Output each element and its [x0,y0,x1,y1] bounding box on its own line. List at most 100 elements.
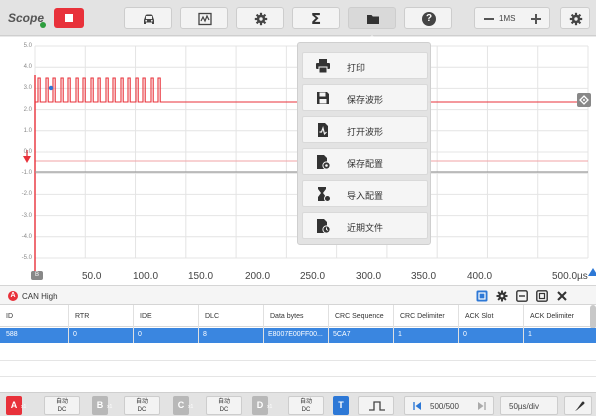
trigger-button[interactable]: T [333,396,349,415]
gear-icon [254,12,268,26]
column-separator [198,305,199,343]
table-cell: 588 [6,331,18,338]
column-header: ACK Slot [465,313,494,320]
channel-d-button[interactable]: D [252,396,268,415]
menu-item-open-waveform[interactable]: 打开波形 [302,116,428,143]
toolbar: Scope Σ ? 1MS [0,0,596,41]
open-waveform-icon [318,123,328,137]
channel-letter: B [96,400,104,410]
channel-a-button[interactable]: A [6,396,22,415]
maximize-icon[interactable] [536,290,548,302]
sigma-icon: Σ [310,10,322,28]
menu-item-save-waveform[interactable]: 保存波形 [302,84,428,111]
menu-item-label: 保存波形 [347,96,384,106]
menu-item-label: 打印 [347,64,366,74]
file-button[interactable] [348,7,396,29]
probe-tool-button[interactable] [564,396,592,415]
table-row[interactable]: 588 0 0 8 E8007E00FF00... 5CA7 1 0 1 [0,328,596,343]
decoder-channel-bar: A CAN High [0,285,596,305]
page-counter: 500/500 [430,402,459,411]
printer-icon [316,59,330,74]
column-separator [133,305,134,343]
channel-d-coupling[interactable]: 自动 DC [288,396,324,415]
x-tick-label: 250.0 [300,271,326,282]
y-tick-label: -2.0 [21,191,32,198]
y-tick-label: 0.0 [23,149,32,155]
y-tick-label: 5.0 [23,43,32,49]
column-header: Data bytes [270,313,304,320]
menu-item-print[interactable]: 打印 [302,52,428,79]
table-cell: 5CA7 [333,331,351,338]
timebase-zoom-control: 1MS [474,7,550,29]
x-tick-label: 150.0 [188,271,214,282]
menu-item-label: 保存配置 [347,160,384,170]
table-cell: 0 [73,331,77,338]
channel-badge: A [8,291,18,301]
channel-letter: C [177,400,185,410]
table-cell: 1 [528,331,532,338]
stop-icon [65,14,73,22]
column-header: IDE [140,313,152,320]
channel-c-button[interactable]: C [173,396,189,415]
app-logo: Scope [8,11,45,25]
close-icon[interactable] [556,290,568,302]
waveform-library-button[interactable] [180,7,228,29]
channel-b-button[interactable]: B [92,396,108,415]
coupling-type: DC [219,407,229,413]
trigger-edge-button[interactable] [358,396,394,415]
scope-settings-button[interactable] [560,7,590,29]
zoom-out-icon[interactable] [484,18,494,20]
menu-item-label: 打开波形 [347,128,384,138]
y-tick-label: -5.0 [21,255,32,261]
decoder-view-icon[interactable] [476,290,488,302]
menu-item-save-config[interactable]: 保存配置 [302,148,428,175]
column-separator [328,305,329,343]
table-cell: 1 [398,331,402,338]
menu-item-label: 导入配置 [347,192,384,202]
status-indicator [40,22,46,28]
settings-button[interactable] [236,7,284,29]
column-header: RTR [75,313,90,320]
channel-control-bar: A x1 自动 DC B x1 自动 DC C x1 自动 DC D x1 自动… [0,392,596,416]
zoom-label: 1MS [499,14,516,23]
next-page-icon[interactable] [477,401,487,411]
row-divider [0,376,596,377]
channel-letter: A [10,400,18,410]
probe-ratio: x1 [188,404,194,410]
math-button[interactable]: Σ [292,7,340,29]
column-separator [68,305,69,343]
menu-item-recent-files[interactable]: 近期文件 [302,212,428,239]
channel-b-coupling[interactable]: 自动 DC [124,396,160,415]
column-header: CRC Delimiter [400,313,445,320]
timebase-label: 50µs/div [509,402,539,411]
x-tick-label: 300.0 [356,271,382,282]
coupling-type: DC [137,407,147,413]
help-button[interactable]: ? [404,7,452,29]
probe-ratio: x1 [267,404,273,410]
table-cell: 0 [138,331,142,338]
table-scrollbar[interactable] [590,305,596,329]
x-tick-label: 350.0 [411,271,437,282]
channel-c-coupling[interactable]: 自动 DC [206,396,242,415]
x-cursor-b[interactable]: B [31,271,43,280]
menu-item-import-config[interactable]: 导入配置 [302,180,428,207]
x-cursor-end-marker[interactable] [588,268,596,276]
save-config-icon [317,155,331,170]
y-tick-label: 2.0 [23,106,32,113]
coupling-mode: 自动 [217,399,230,405]
prev-page-icon[interactable] [412,401,422,411]
coupling-type: DC [301,407,311,413]
stop-button[interactable] [54,8,84,28]
y-tick-label: -4.0 [21,233,32,240]
menu-item-label: 近期文件 [347,224,384,234]
column-header: ACK Delimiter [530,313,574,320]
x-tick-label: 100.0 [133,271,159,282]
row-divider [0,360,596,361]
column-separator [523,305,524,343]
channel-label: CAN High [22,292,58,301]
minimize-icon[interactable] [516,290,528,302]
channel-a-coupling[interactable]: 自动 DC [44,396,80,415]
gear-icon[interactable] [496,290,508,302]
vehicle-button[interactable] [124,7,172,29]
trigger-handle[interactable] [577,93,591,107]
